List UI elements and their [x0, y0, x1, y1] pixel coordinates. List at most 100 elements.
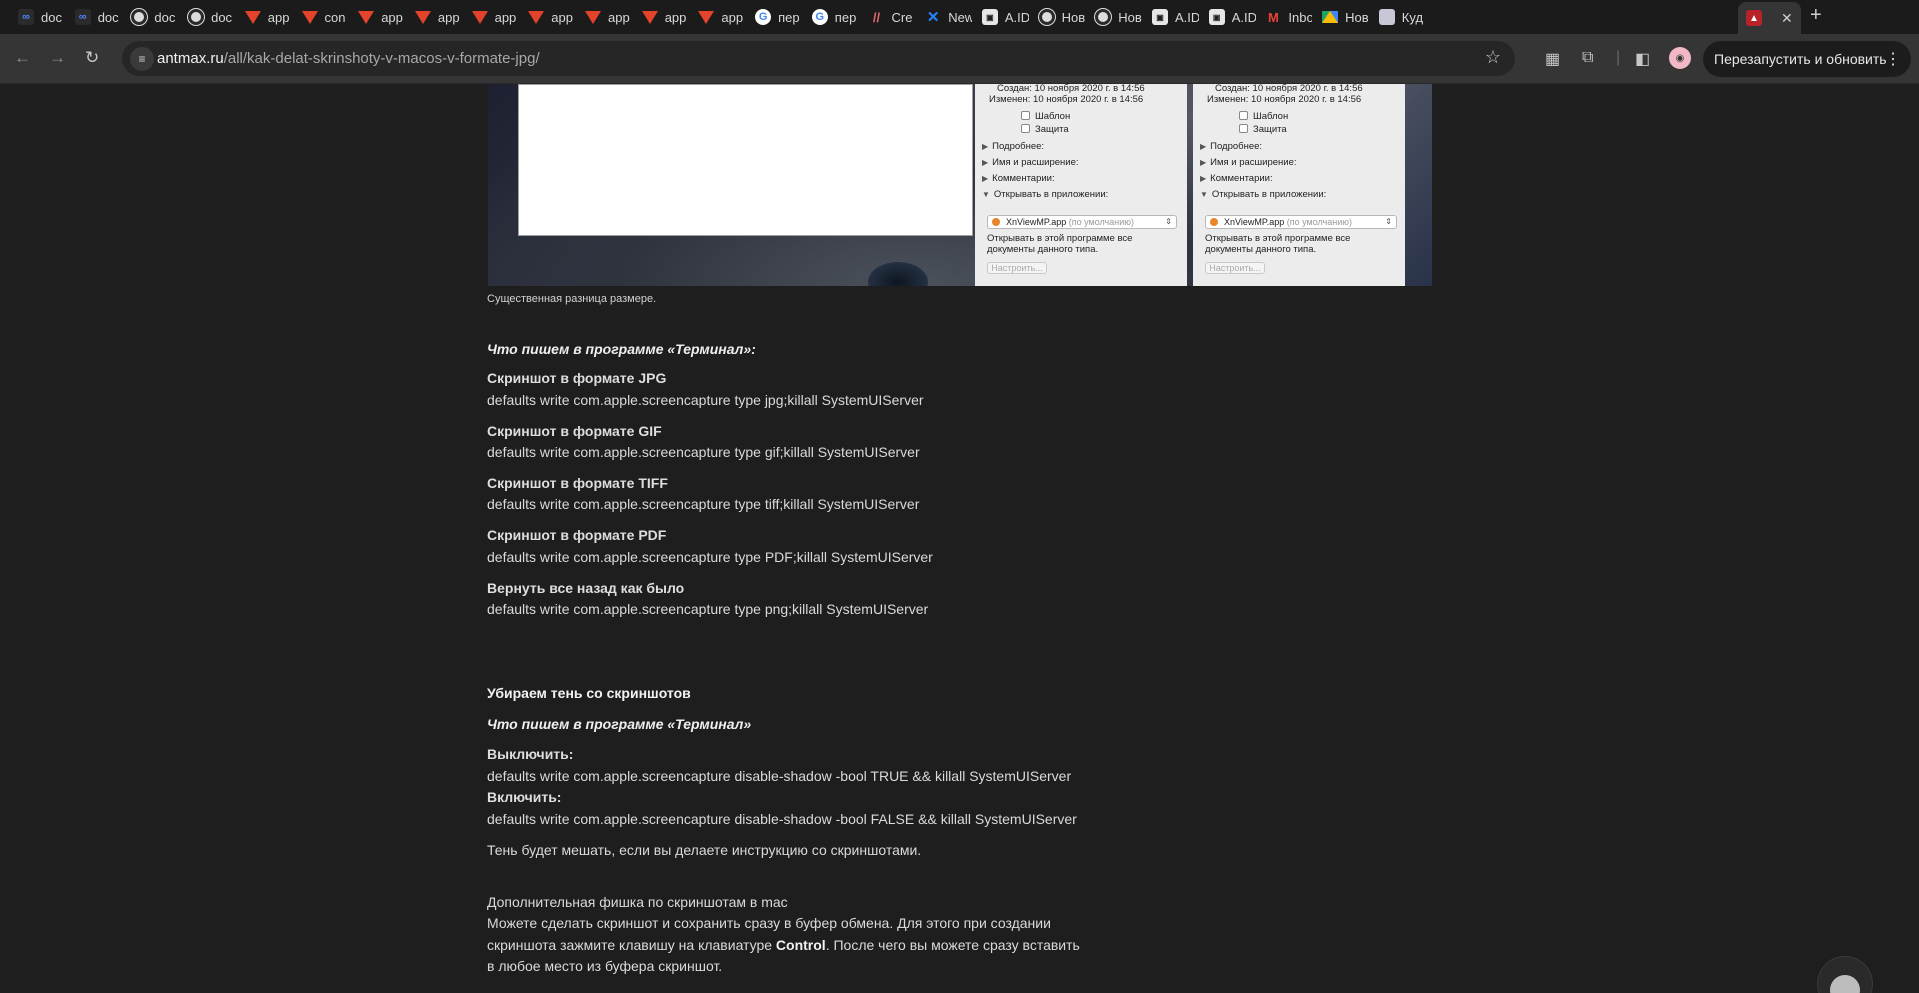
- disclosure-right-icon: ▶: [982, 174, 989, 183]
- disclosure-down-icon: ▼: [1200, 190, 1208, 199]
- address-bar[interactable]: ≡ antmax.ru/all/kak-delat-skrinshoty-v-m…: [122, 41, 1515, 76]
- select-arrows-icon: ⇕: [1385, 217, 1392, 226]
- browser-tab[interactable]: app: [698, 5, 745, 29]
- shadow-terminal-heading: Что пишем в программе «Терминал»: [487, 716, 752, 732]
- qr-code-icon[interactable]: ▦: [1545, 49, 1560, 69]
- locked-checkbox: [1021, 124, 1030, 133]
- browser-tab[interactable]: app: [472, 5, 519, 29]
- browser-tab[interactable]: ▣ A.ID: [1208, 5, 1256, 29]
- browser-tab[interactable]: ▣ A.ID: [1152, 5, 1199, 29]
- browser-tab[interactable]: ∞ doc: [74, 5, 122, 29]
- extra-tip-line-2-start: скриншота зажмите клавишу на клавиатуре: [487, 937, 776, 953]
- gitlab-icon: [698, 9, 714, 25]
- tab-title: Cre: [891, 9, 913, 25]
- new-tab-button[interactable]: +: [1810, 4, 1822, 27]
- xnview-app-icon: [1210, 218, 1218, 226]
- open-with-label: Открывать в приложении:: [993, 189, 1109, 200]
- app-select: XnViewMP.app (по умолчанию) ⇕: [987, 215, 1177, 229]
- created-date: Создан: 10 ноября 2020 г. в 14:56: [997, 84, 1145, 94]
- open-with-label: Открывать в приложении:: [1211, 189, 1327, 200]
- browser-tab[interactable]: doc: [188, 5, 235, 29]
- chrome-icon: [188, 9, 205, 25]
- site-info-icon[interactable]: ≡: [130, 47, 154, 71]
- back-button[interactable]: ←: [14, 48, 31, 68]
- tab-title: app: [437, 9, 460, 25]
- toolbar-divider: |: [1616, 49, 1621, 66]
- browser-tab[interactable]: Нов: [1038, 5, 1086, 29]
- profile-avatar[interactable]: ◉: [1669, 47, 1691, 69]
- reload-button[interactable]: ↻: [85, 48, 99, 68]
- jira-icon: ✕: [926, 9, 940, 26]
- comments-label: Комментарии:: [1210, 173, 1273, 184]
- browser-tab[interactable]: app: [642, 5, 689, 29]
- browser-tab[interactable]: ∞ doc: [18, 5, 65, 29]
- active-browser-tab[interactable]: ▲ ✕: [1738, 2, 1801, 34]
- format-title-tiff: Скриншот в формате TIFF: [487, 475, 668, 491]
- browser-tab[interactable]: app: [415, 5, 462, 29]
- browser-tab[interactable]: app: [358, 5, 405, 29]
- floating-chat-button[interactable]: [1817, 956, 1873, 993]
- disclosure-right-icon: ▶: [982, 142, 989, 151]
- browser-tab[interactable]: app: [245, 5, 292, 29]
- menu-dots-icon[interactable]: ⋮: [1885, 49, 1901, 69]
- url-text[interactable]: antmax.ru/all/kak-delat-skrinshoty-v-mac…: [157, 50, 540, 67]
- extensions-icon[interactable]: ⧉: [1582, 49, 1593, 67]
- browser-tab[interactable]: Gпер: [755, 5, 802, 29]
- tab-title: Куд: [1401, 9, 1424, 25]
- bookmark-star-icon[interactable]: ☆: [1485, 47, 1501, 68]
- cre-icon: //: [872, 9, 881, 25]
- created-date: Создан: 10 ноября 2020 г. в 14:56: [1215, 84, 1363, 94]
- finder-info-panel: Создан: 10 ноября 2020 г. в 14:56 Измене…: [1193, 84, 1405, 286]
- browser-tab[interactable]: // Cre: [869, 5, 916, 29]
- browser-tab[interactable]: Gпер: [811, 5, 859, 29]
- tab-title: Нов: [1345, 9, 1369, 25]
- browser-tab[interactable]: ▣ A.ID: [981, 5, 1029, 29]
- preview-window: [518, 84, 973, 236]
- forward-button[interactable]: →: [49, 48, 66, 68]
- browser-tab[interactable]: Нов: [1095, 5, 1142, 29]
- chrome-icon: [131, 9, 148, 25]
- format-command-pdf: defaults write com.apple.screencapture t…: [487, 549, 933, 565]
- open-all-line-2: документы данного типа.: [1205, 244, 1317, 255]
- relaunch-update-button[interactable]: Перезапустить и обновить ⋮: [1703, 41, 1911, 77]
- format-command-gif: defaults write com.apple.screencapture t…: [487, 444, 920, 460]
- shadow-note: Тень будет мешать, если вы делаете инстр…: [487, 842, 922, 858]
- format-title-reset: Вернуть все назад как было: [487, 580, 685, 596]
- extra-tip-line-2: скриншота зажмите клавишу на клавиатуре …: [487, 935, 1080, 956]
- google-icon: G: [755, 9, 772, 25]
- close-tab-icon[interactable]: ✕: [1781, 10, 1793, 27]
- terminal-heading: Что пишем в программе «Терминал»:: [487, 341, 756, 357]
- gitlab-icon: [642, 9, 658, 25]
- modified-date: Изменен: 10 ноября 2020 г. в 14:56: [1207, 94, 1362, 105]
- comments-label: Комментарии:: [992, 173, 1055, 184]
- disable-command: defaults write com.apple.screencapture d…: [487, 768, 1072, 784]
- browser-tab[interactable]: M Inbo: [1265, 5, 1312, 29]
- google-icon: G: [811, 9, 828, 25]
- browser-tab[interactable]: ✕ New: [925, 5, 972, 29]
- name-ext-label: Имя и расширение:: [992, 157, 1079, 168]
- app-default: (по умолчанию): [1068, 217, 1134, 227]
- chrome-icon: [1038, 9, 1055, 25]
- open-all-line-1: Открывать в этой программе все: [987, 233, 1133, 244]
- tab-title: Нов: [1118, 9, 1142, 25]
- browser-tab[interactable]: app: [528, 5, 575, 29]
- browser-tab[interactable]: Куд: [1378, 5, 1426, 29]
- enable-command: defaults write com.apple.screencapture d…: [487, 811, 1077, 827]
- extra-tip-line-3: в любое место из буфера скриншот.: [487, 958, 723, 974]
- browser-tab[interactable]: con: [302, 5, 349, 29]
- template-label: Шаблон: [1253, 111, 1289, 122]
- browser-tab[interactable]: doc: [131, 5, 178, 29]
- shadow-heading: Убираем тень со скриншотов: [487, 685, 691, 701]
- disclosure-down-icon: ▼: [982, 190, 990, 199]
- browser-toolbar: ← → ↻ ≡ antmax.ru/all/kak-delat-skrinsho…: [0, 34, 1919, 84]
- url-path: /all/kak-delat-skrinshoty-v-macos-v-form…: [223, 50, 540, 67]
- format-command-jpg: defaults write com.apple.screencapture t…: [487, 392, 924, 408]
- more-label: Подробнее:: [992, 141, 1045, 152]
- browser-tab[interactable]: app: [585, 5, 632, 29]
- tab-title: app: [721, 9, 744, 25]
- tab-title: con: [324, 9, 346, 25]
- side-panel-icon[interactable]: ◧: [1635, 49, 1650, 69]
- browser-tab[interactable]: Нов: [1322, 5, 1369, 29]
- image-caption: Существенная разница размере.: [487, 293, 657, 305]
- tab-title: app: [551, 9, 573, 25]
